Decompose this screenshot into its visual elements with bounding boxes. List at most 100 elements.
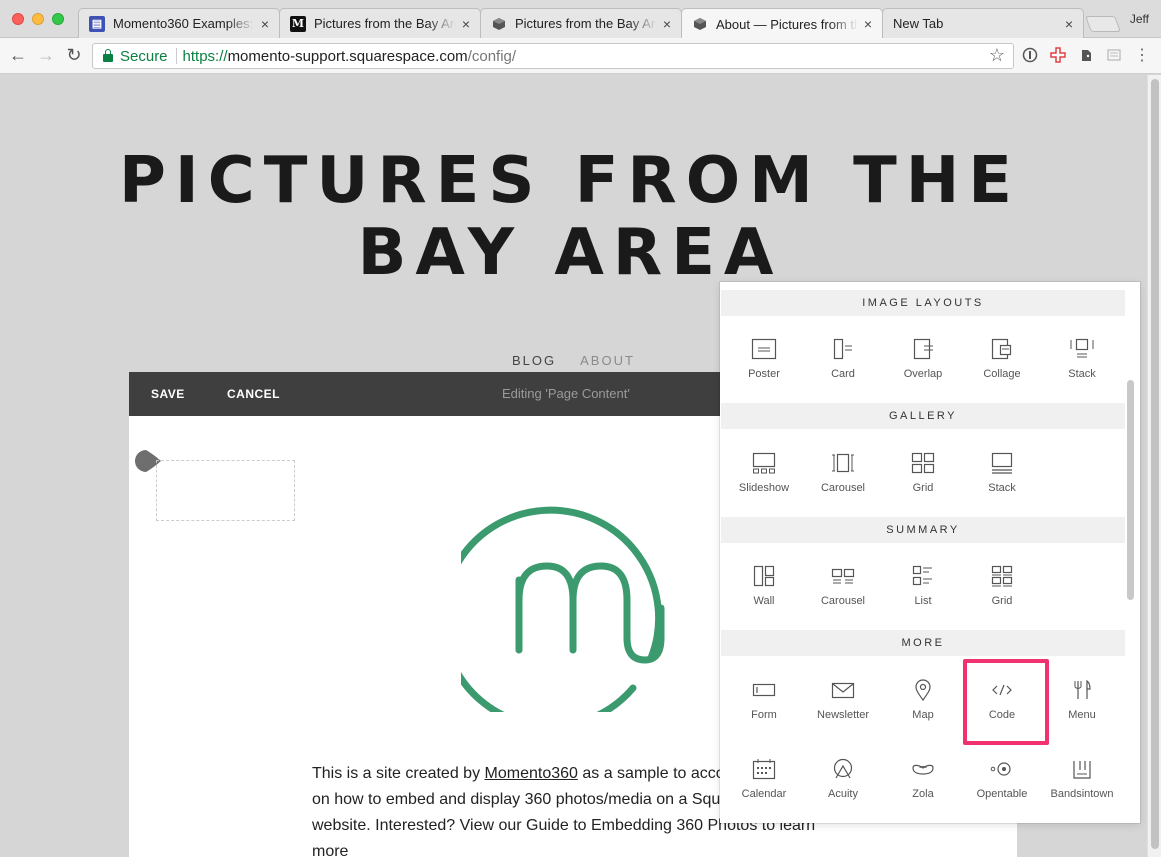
site-title[interactable]: PICTURES FROM THE BAY AREA [0, 145, 1140, 289]
browser-tab[interactable]: M Pictures from the Bay Area × [279, 8, 481, 38]
summary-grid-icon [991, 565, 1013, 587]
block-newsletter[interactable]: Newsletter [803, 679, 883, 739]
block-poster[interactable]: Poster [724, 338, 804, 398]
cancel-button[interactable]: CANCEL [227, 387, 280, 401]
page-scrollbar[interactable] [1147, 75, 1161, 857]
momento360-logo [439, 488, 687, 730]
zoom-window-button[interactable] [52, 13, 64, 25]
block-gallery-stack[interactable]: Stack [962, 452, 1042, 512]
section-header-summary: SUMMARY [721, 517, 1125, 543]
close-tab-icon[interactable]: × [864, 16, 872, 32]
squarespace-icon: ▤ [89, 15, 105, 32]
site-navigation: BLOG ABOUT [512, 353, 635, 368]
onepassword-extension-icon[interactable] [1021, 47, 1039, 65]
block-gallery-grid[interactable]: Grid [883, 452, 963, 512]
cube-icon [491, 16, 507, 32]
browser-tab-strip: ▤ Momento360 Examples: E × M Pictures fr… [0, 0, 1161, 39]
carousel-icon [832, 453, 854, 473]
block-stack-layout[interactable]: Stack [1042, 338, 1122, 398]
section-header-image-layouts: IMAGE LAYOUTS [721, 290, 1125, 316]
bandsintown-icon [1073, 761, 1091, 779]
reader-extension-icon[interactable] [1105, 47, 1123, 65]
plus-extension-icon[interactable] [1049, 47, 1067, 65]
profile-name[interactable]: Jeff [1130, 12, 1149, 26]
block-zola[interactable]: Zola [883, 758, 963, 818]
card-icon [833, 338, 852, 360]
reload-icon[interactable]: ↻ [63, 45, 85, 65]
block-overlap[interactable]: Overlap [883, 338, 963, 398]
close-window-button[interactable] [12, 13, 24, 25]
secure-label: Secure [120, 47, 168, 65]
back-arrow-icon[interactable]: ← [7, 45, 29, 65]
block-opentable[interactable]: Opentable [962, 758, 1042, 818]
editing-status: Editing 'Page Content' [502, 386, 630, 401]
wall-icon [753, 565, 775, 587]
momento360-link[interactable]: Momento360 [485, 765, 578, 782]
minimize-window-button[interactable] [32, 13, 44, 25]
browser-menu-icon[interactable]: ⋮ [1133, 47, 1151, 65]
block-insert-menu: IMAGE LAYOUTS Poster Card Overlap Collag… [720, 282, 1140, 823]
block-acuity[interactable]: Acuity [803, 758, 883, 818]
block-collage[interactable]: Collage [962, 338, 1042, 398]
stack-icon [991, 452, 1013, 474]
block-menu-scrollbar[interactable] [1127, 380, 1134, 600]
url-path: /config/ [467, 47, 517, 65]
fork-knife-icon [1074, 679, 1091, 699]
map-pin-icon [915, 679, 931, 701]
browser-tab[interactable]: Pictures from the Bay Area × [480, 8, 682, 38]
close-tab-icon[interactable]: × [462, 16, 470, 32]
browser-tab[interactable]: ▤ Momento360 Examples: E × [78, 8, 280, 38]
block-card[interactable]: Card [803, 338, 883, 398]
stack-layout-icon [1070, 338, 1094, 358]
envelope-icon [831, 682, 855, 699]
bookmark-star-icon[interactable]: ☆ [989, 45, 1005, 66]
cube-icon [692, 16, 708, 32]
browser-tab-active[interactable]: About — Pictures from the × [681, 8, 883, 39]
lock-icon [103, 49, 113, 62]
url-scheme: https:// [182, 47, 228, 65]
acuity-icon [833, 758, 853, 779]
block-summary-carousel[interactable]: Carousel [803, 565, 883, 625]
block-form[interactable]: Form [724, 679, 804, 739]
block-bandsintown[interactable]: Bandsintown [1042, 758, 1122, 818]
list-icon [912, 565, 932, 586]
block-calendar[interactable]: Calendar [724, 758, 804, 818]
section-header-more: MORE [721, 630, 1125, 656]
collage-icon [991, 338, 1012, 360]
new-tab-button[interactable] [1085, 16, 1121, 32]
calendar-icon [752, 759, 776, 780]
address-bar[interactable]: Secure https://momento-support.squarespa… [92, 43, 1014, 69]
block-summary-wall[interactable]: Wall [724, 565, 804, 625]
grid-icon [911, 452, 935, 474]
section-header-gallery: GALLERY [721, 403, 1125, 429]
block-gallery-carousel[interactable]: Carousel [803, 452, 883, 512]
overlap-icon [913, 338, 933, 360]
divider [175, 48, 177, 64]
close-tab-icon[interactable]: × [1065, 16, 1073, 32]
evernote-extension-icon[interactable] [1077, 47, 1095, 65]
block-slideshow[interactable]: Slideshow [724, 452, 804, 512]
url-host: momento-support.squarespace.com [227, 47, 468, 65]
save-button[interactable]: SAVE [151, 387, 185, 401]
forward-arrow-icon[interactable]: → [35, 45, 57, 65]
nav-link-about[interactable]: ABOUT [580, 353, 635, 368]
slideshow-icon [752, 452, 776, 474]
page-viewport: PICTURES FROM THE BAY AREA BLOG ABOUT SA… [0, 75, 1147, 857]
browser-toolbar: ← → ↻ Secure https://momento-support.squ… [0, 38, 1161, 74]
block-summary-list[interactable]: List [883, 565, 963, 625]
opentable-icon [990, 762, 1011, 776]
close-tab-icon[interactable]: × [261, 16, 269, 32]
browser-tab[interactable]: New Tab × [882, 8, 1084, 38]
block-drop-placeholder[interactable] [156, 460, 295, 521]
medium-icon: M [290, 15, 306, 32]
summary-carousel-icon [831, 568, 855, 584]
block-map[interactable]: Map [883, 679, 963, 739]
scrollbar-thumb[interactable] [1151, 79, 1159, 849]
poster-icon [751, 338, 777, 360]
close-tab-icon[interactable]: × [663, 16, 671, 32]
block-menu[interactable]: Menu [1042, 679, 1122, 739]
zola-icon [912, 764, 934, 775]
nav-link-blog[interactable]: BLOG [512, 353, 556, 368]
block-summary-grid[interactable]: Grid [962, 565, 1042, 625]
form-icon [752, 683, 776, 697]
